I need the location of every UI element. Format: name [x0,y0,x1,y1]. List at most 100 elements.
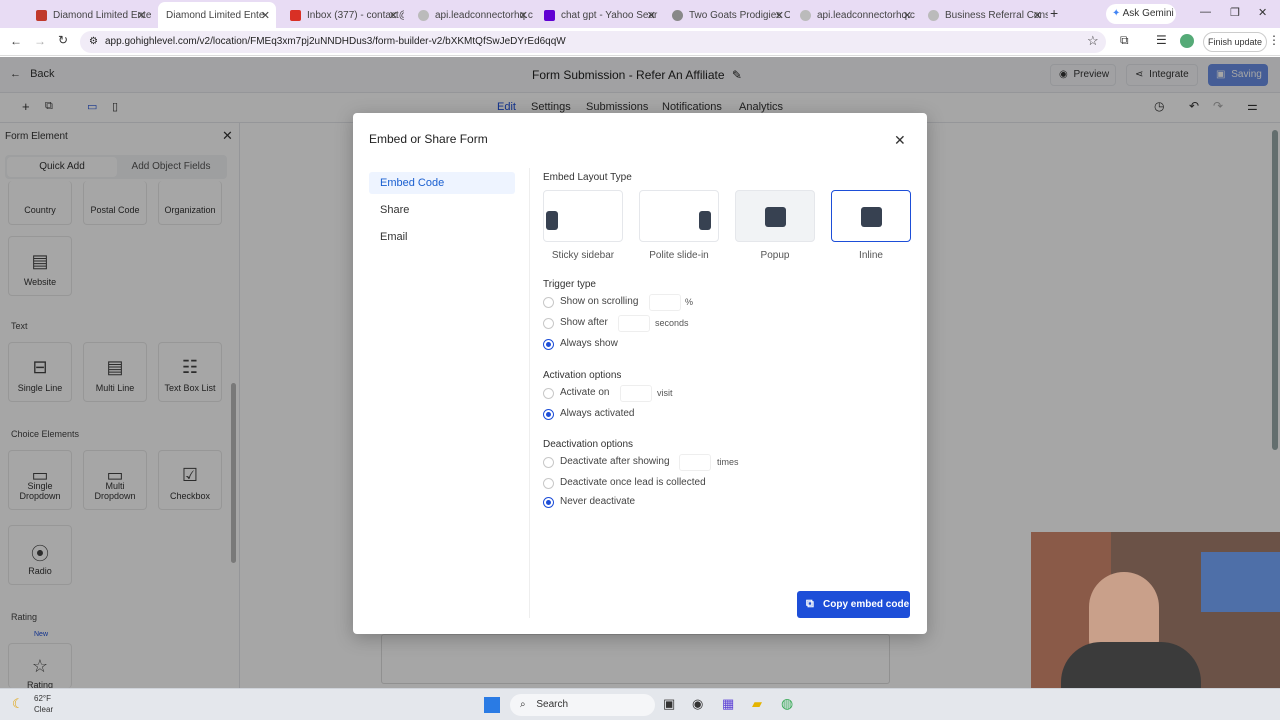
copy-embed-code-button[interactable]: ⧉ Copy embed code [797,591,910,618]
copy-label: Copy embed code [823,599,910,610]
yahoo-icon [544,9,555,21]
browser-tab-active[interactable]: Diamond Limited Ente ✕ [158,2,276,28]
reload-icon[interactable]: ↻ [58,33,68,47]
ask-gemini-label: Ask Gemini [1122,8,1174,19]
windows-start-icon[interactable] [484,697,500,713]
forward-arrow-icon[interactable]: → [34,34,46,48]
close-icon[interactable]: ✕ [647,9,656,22]
extensions-icon[interactable]: ⧉ [1120,33,1129,48]
close-icon[interactable]: ✕ [1033,9,1042,22]
weather-moon-icon: ☾ [12,696,24,711]
radio-label: Never deactivate [560,496,636,507]
radio-label: Always activated [560,408,635,419]
delay-seconds-input[interactable] [618,315,650,332]
menu-email[interactable]: Email [369,226,515,248]
file-explorer-icon[interactable]: ▰ [752,696,762,712]
scroll-percent-input[interactable] [649,294,681,311]
layout-type-title: Embed Layout Type [543,172,632,183]
task-view-icon[interactable]: ▣ [663,696,675,712]
radio-always-show[interactable] [543,339,554,350]
layout-popup[interactable] [735,190,815,242]
close-icon[interactable]: ✕ [519,9,528,22]
radio-always-activated[interactable] [543,409,554,420]
favicon-icon [36,9,47,21]
url-text: app.gohighlevel.com/v2/location/FMEq3xm7… [105,36,566,47]
ask-gemini-button[interactable]: ✦ Ask Gemini [1106,4,1176,24]
maximize-icon[interactable]: ❐ [1230,6,1240,19]
browser-tab[interactable]: Inbox (377) - contact@ ✕ [282,4,404,26]
tab-title: Diamond Limited Ente [166,9,265,21]
weather-desc: Clear [34,705,54,714]
radio-activate-on[interactable] [543,388,554,399]
radio-label: Show after [560,317,608,328]
app-icon[interactable]: ◉ [692,696,703,712]
radio-label: Show on scrolling [560,296,639,307]
layout-label: Inline [859,250,883,261]
window-close-icon[interactable]: ✕ [1258,6,1267,19]
close-icon[interactable]: ✕ [903,9,912,22]
show-count-input[interactable] [679,454,711,471]
layout-label: Sticky sidebar [551,250,615,261]
close-icon[interactable]: ✕ [894,132,906,149]
close-icon[interactable]: ✕ [137,9,146,22]
profile-avatar[interactable] [1180,34,1194,48]
search-label: Search [536,699,569,710]
browser-tab[interactable]: api.leadconnectorhq.c ✕ [792,4,918,26]
globe-icon [928,9,939,21]
browser-menu-icon[interactable]: ⋮ [1268,33,1280,47]
radio-label: Deactivate after showing [560,456,670,467]
reading-list-icon[interactable]: ☰ [1156,33,1167,47]
new-tab-icon[interactable]: + [1050,5,1058,21]
browser-tab[interactable]: chat gpt - Yahoo Sear ✕ [536,4,662,26]
close-icon[interactable]: ✕ [775,9,784,22]
divider [529,168,530,618]
trigger-type-title: Trigger type [543,279,596,290]
globe-icon [800,9,811,21]
unit-label: times [717,457,739,467]
unit-label: seconds [655,318,689,328]
modal-title: Embed or Share Form [369,132,488,146]
radio-label: Deactivate once lead is collected [560,477,706,488]
layout-label: Popup [760,250,790,261]
tab-title: chat gpt - Yahoo Sear [561,9,658,21]
url-field[interactable]: ⚙ app.gohighlevel.com/v2/location/FMEq3x… [80,31,1106,53]
menu-embed-code[interactable]: Embed Code [369,172,515,194]
popup-block-icon [765,207,786,227]
browser-tab[interactable]: Diamond Limited Ente ✕ [28,4,152,26]
site-info-icon[interactable]: ⚙ [89,31,98,53]
radio-label: Always show [560,338,618,349]
teams-icon[interactable]: ▦ [722,696,734,712]
finish-update-button[interactable]: Finish update [1203,32,1267,52]
browser-tab[interactable]: Business Referral Cons ✕ [920,4,1048,26]
chrome-icon[interactable]: ◍ [781,695,793,712]
activation-title: Activation options [543,370,622,381]
layout-label: Polite slide-in [649,250,709,261]
unit-label: visit [657,388,673,398]
taskbar-search[interactable]: ⌕ Search [510,694,655,716]
address-bar-row: ← → ↻ ⚙ app.gohighlevel.com/v2/location/… [0,28,1280,56]
browser-tab[interactable]: api.leadconnectorhq.c ✕ [410,4,534,26]
menu-share[interactable]: Share [369,199,515,221]
unit-label: % [685,297,694,307]
browser-tab[interactable]: Two Goats Prodigies O ✕ [664,4,790,26]
deactivation-title: Deactivation options [543,439,634,450]
radio-show-on-scrolling[interactable] [543,297,554,308]
layout-sticky-sidebar[interactable] [543,190,623,242]
minimize-icon[interactable]: — [1200,6,1211,18]
sidebar-block-icon [546,211,558,230]
layout-polite-slide-in[interactable] [639,190,719,242]
os-taskbar: ☾ 62°F Clear ⌕ Search ▣ ◉ ▦ ▰ ◍ [0,688,1280,720]
radio-never-deactivate[interactable] [543,497,554,508]
radio-deactivate-after-showing[interactable] [543,457,554,468]
back-arrow-icon[interactable]: ← [10,34,22,48]
bookmark-star-icon[interactable]: ☆ [1087,33,1099,49]
search-icon: ⌕ [520,699,526,710]
tab-title: api.leadconnectorhq.c [817,9,915,21]
radio-show-after[interactable] [543,318,554,329]
radio-deactivate-lead-collected[interactable] [543,478,554,489]
layout-inline[interactable] [831,190,911,242]
embed-share-modal: Embed or Share Form ✕ Embed Code Share E… [353,113,927,634]
visit-count-input[interactable] [620,385,652,402]
close-icon[interactable]: ✕ [261,9,270,22]
close-icon[interactable]: ✕ [389,9,398,22]
